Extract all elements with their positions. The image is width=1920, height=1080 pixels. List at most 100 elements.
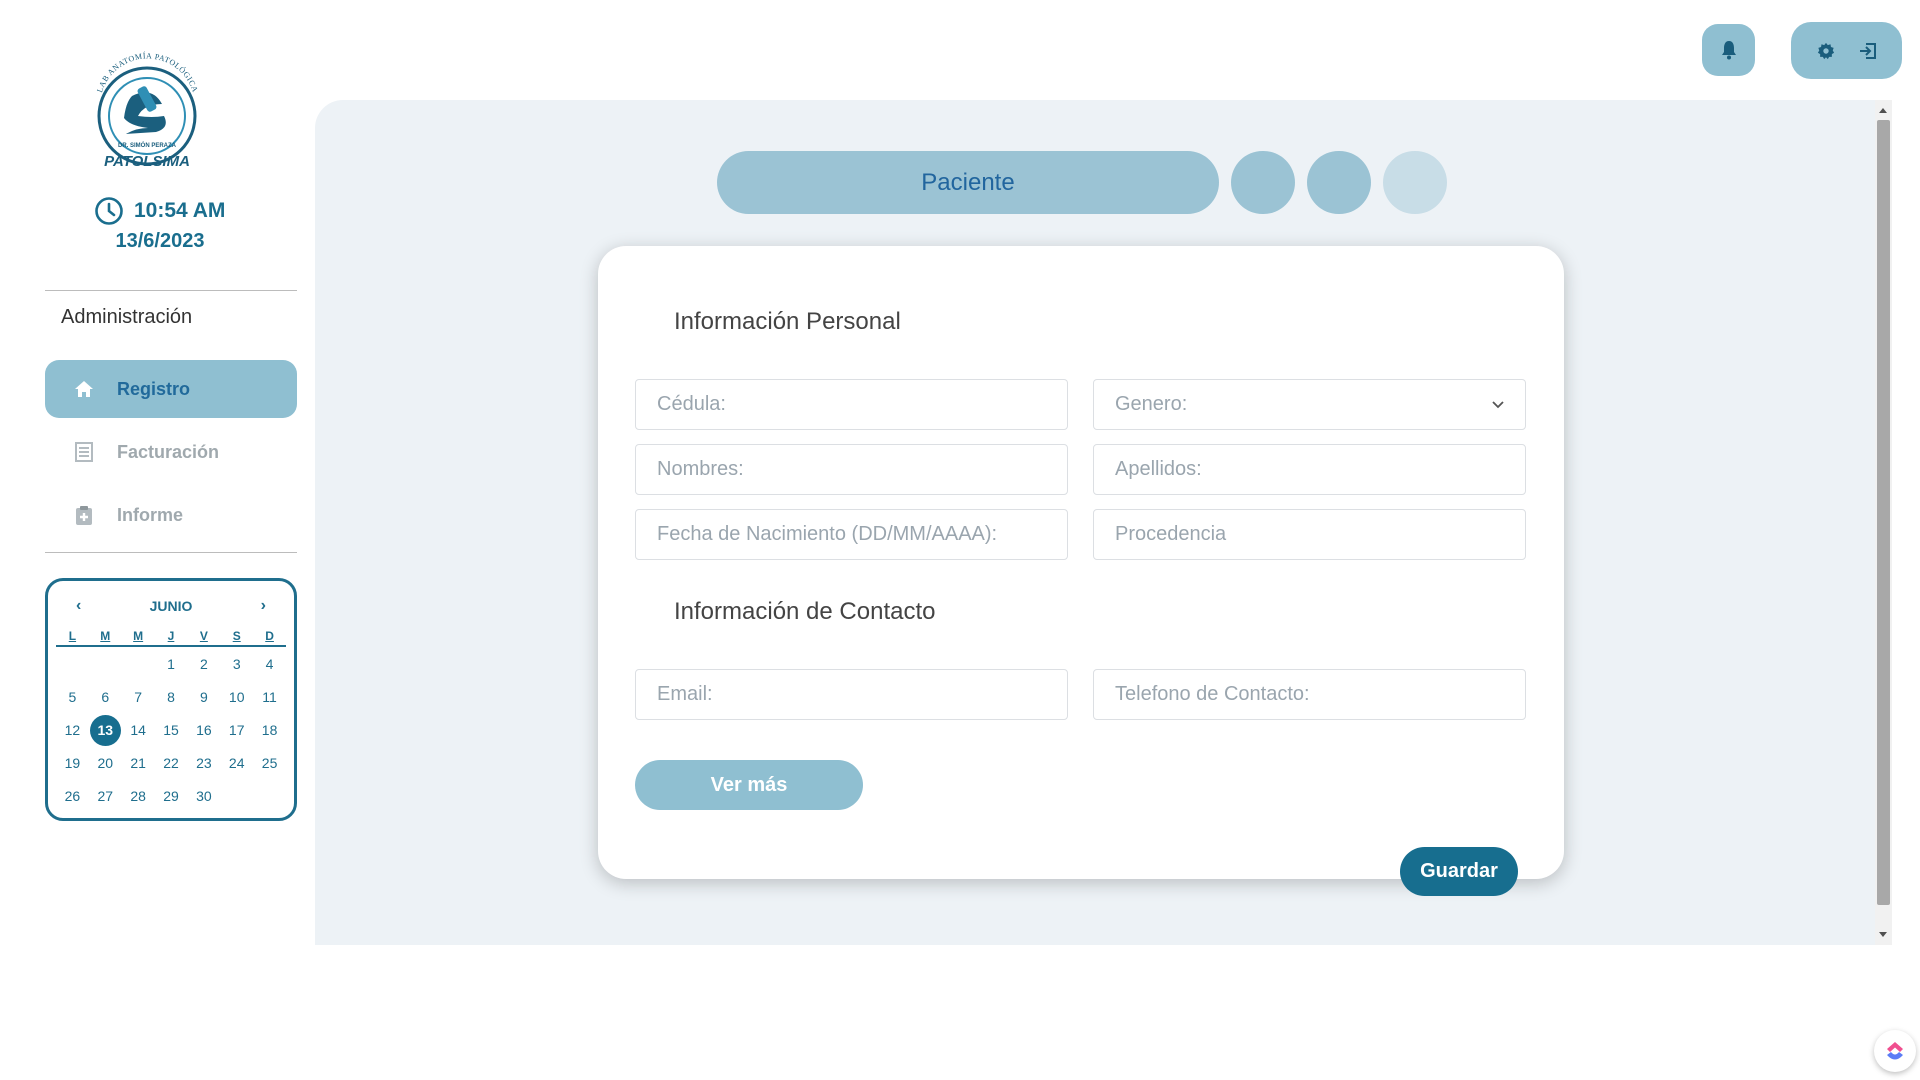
calendar-day[interactable]: 5 xyxy=(56,684,89,711)
calendar-day-number: 5 xyxy=(68,689,77,705)
scroll-up-arrow[interactable] xyxy=(1879,108,1887,113)
calendar-day-number: 13 xyxy=(89,715,121,746)
calendar-day[interactable]: 4 xyxy=(253,651,286,678)
calendar-day[interactable]: 10 xyxy=(220,684,253,711)
calendar-day[interactable]: 20 xyxy=(89,750,122,777)
sidebar-item-informe[interactable]: Informe xyxy=(45,486,297,544)
settings-logout-group xyxy=(1791,22,1902,79)
calendar-day-number: 29 xyxy=(163,788,179,804)
calendar-day[interactable]: 16 xyxy=(187,717,220,744)
calendar-day-number: 27 xyxy=(97,788,114,804)
personal-info-title: Información Personal xyxy=(674,308,901,335)
calendar-day[interactable]: 24 xyxy=(220,750,253,777)
calendar-weekday: L xyxy=(68,629,77,643)
calendar-day-number: 10 xyxy=(228,689,245,705)
calendar-header: ‹ JUNIO › xyxy=(56,595,286,617)
calendar-day[interactable]: 7 xyxy=(122,684,155,711)
calendar-weekday: S xyxy=(232,629,241,643)
invoice-icon xyxy=(73,441,95,463)
calendar-days: 1 2 3 4 5 6 7 8 9 10 11 12 13 14 15 16 17 18 19 20 21 22 23 24 2… xyxy=(56,651,286,810)
calendar-day[interactable]: 6 xyxy=(89,684,122,711)
calendar-day[interactable]: 27 xyxy=(89,783,122,810)
sidebar-section-label: Administración xyxy=(61,306,193,328)
calendar-weekday: D xyxy=(265,629,274,643)
scrollbar-thumb[interactable] xyxy=(1877,120,1890,905)
calendar-day[interactable]: 19 xyxy=(56,750,89,777)
calendar-day[interactable]: 12 xyxy=(56,717,89,744)
calendar-day-number: 14 xyxy=(130,722,146,738)
calendar-day[interactable]: 8 xyxy=(155,684,188,711)
email-field[interactable] xyxy=(635,669,1068,720)
floating-widget-button[interactable] xyxy=(1874,1030,1916,1072)
calendar-day[interactable]: 18 xyxy=(253,717,286,744)
calendar-day[interactable]: 1 xyxy=(155,651,188,678)
calendar-day[interactable]: 2 xyxy=(187,651,220,678)
calendar-day[interactable]: 23 xyxy=(187,750,220,777)
calendar-month: JUNIO xyxy=(149,598,193,614)
patolsima-logo: LAB ANATOMÍA PATOLÓGICA DR. SIMÓN PERAZA… xyxy=(95,51,199,170)
sidebar-divider-bottom xyxy=(45,552,297,553)
calendar-day[interactable]: 29 xyxy=(155,783,188,810)
sidebar-item-label: Informe xyxy=(117,504,184,525)
tab-step-2[interactable] xyxy=(1231,151,1295,214)
calendar-day[interactable]: 22 xyxy=(155,750,188,777)
sidebar-item-registro[interactable]: Registro xyxy=(45,360,297,418)
ver-mas-button[interactable]: Ver más xyxy=(635,760,863,810)
calendar-day-number: 30 xyxy=(196,788,212,804)
calendar-day-number: 22 xyxy=(163,755,179,771)
calendar-weekday: M xyxy=(133,629,144,643)
bell-icon xyxy=(1721,41,1736,60)
calendar-blank xyxy=(56,651,89,678)
scroll-down-arrow[interactable] xyxy=(1879,932,1887,937)
calendar-day-number: 9 xyxy=(199,689,208,705)
calendar-day[interactable]: 28 xyxy=(122,783,155,810)
calendar-day[interactable]: 30 xyxy=(187,783,220,810)
settings-button[interactable] xyxy=(1815,40,1837,62)
calendar-day-number: 18 xyxy=(261,722,278,738)
calendar-day-number: 11 xyxy=(262,689,277,705)
notifications-button[interactable] xyxy=(1702,24,1755,76)
tab-step-3[interactable] xyxy=(1307,151,1371,214)
calendar-prev-button[interactable]: ‹ xyxy=(76,597,81,615)
calendar-day-number: 19 xyxy=(64,755,81,771)
telefono-field[interactable] xyxy=(1093,669,1526,720)
cedula-field[interactable] xyxy=(635,379,1068,430)
sidebar-item-facturacion[interactable]: Facturación xyxy=(45,423,297,481)
calendar-day-number: 28 xyxy=(130,788,146,804)
fecha-nacimiento-field[interactable] xyxy=(635,509,1068,560)
calendar-day-number: 23 xyxy=(196,755,212,771)
patient-form-card: Información Personal Genero: Información… xyxy=(598,246,1564,879)
calendar-day[interactable]: 9 xyxy=(187,684,220,711)
guardar-button[interactable]: Guardar xyxy=(1400,847,1518,896)
chevron-down-icon xyxy=(1492,400,1504,408)
genero-select[interactable]: Genero: xyxy=(1093,379,1526,430)
calendar-day-number: 7 xyxy=(134,689,143,705)
calendar-day[interactable]: 15 xyxy=(155,717,188,744)
calendar-day-number: 25 xyxy=(261,755,278,771)
mini-calendar: ‹ JUNIO › LMMJVSD 1 2 3 4 5 6 7 8 9 10 11 12 13 14 15 1… xyxy=(45,578,297,821)
app-root: LAB ANATOMÍA PATOLÓGICA DR. SIMÓN PERAZA… xyxy=(0,0,1920,1080)
calendar-day-today[interactable]: 13 xyxy=(89,715,122,746)
home-icon xyxy=(73,378,95,400)
nombres-field[interactable] xyxy=(635,444,1068,495)
calendar-day[interactable]: 14 xyxy=(122,717,155,744)
calendar-day[interactable]: 21 xyxy=(122,750,155,777)
calendar-day[interactable]: 3 xyxy=(220,651,253,678)
logout-button[interactable] xyxy=(1857,40,1879,62)
calendar-day-number: 4 xyxy=(265,656,274,672)
calendar-day-number: 24 xyxy=(228,755,245,771)
tab-paciente[interactable]: Paciente xyxy=(717,151,1219,214)
calendar-day[interactable]: 11 xyxy=(253,684,286,711)
tab-step-4[interactable] xyxy=(1383,151,1447,214)
calendar-day[interactable]: 26 xyxy=(56,783,89,810)
calendar-next-button[interactable]: › xyxy=(261,597,266,615)
clock-row: 10:54 AM xyxy=(94,196,244,226)
apellidos-field[interactable] xyxy=(1093,444,1526,495)
clock-icon xyxy=(95,197,123,225)
procedencia-field[interactable] xyxy=(1093,509,1526,560)
scrollbar[interactable] xyxy=(1875,100,1892,945)
calendar-day[interactable]: 17 xyxy=(220,717,253,744)
calendar-day[interactable]: 25 xyxy=(253,750,286,777)
contact-info-title: Información de Contacto xyxy=(674,598,936,625)
calendar-weekday: M xyxy=(100,629,111,643)
